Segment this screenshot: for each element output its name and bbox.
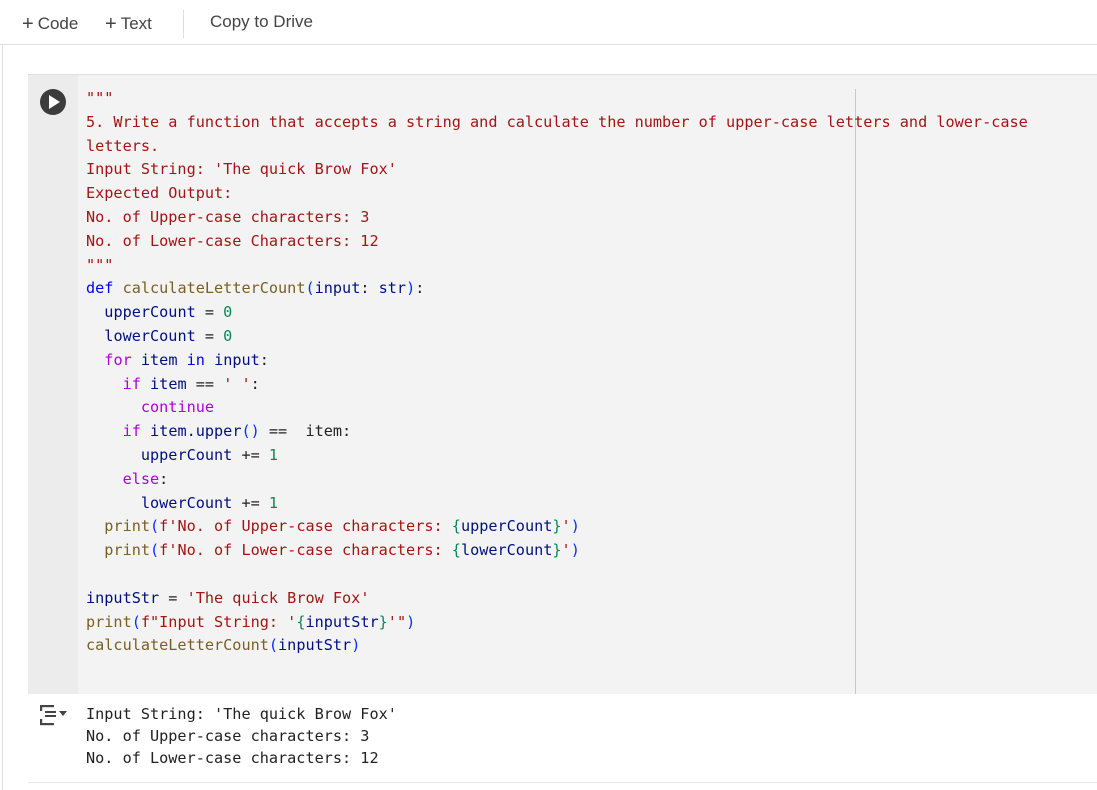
code-token: if — [122, 374, 141, 393]
code-token: calculateLetterCount — [122, 279, 306, 298]
output-text: Input String: 'The quick Brow Fox' No. o… — [86, 703, 397, 769]
docstring-line: letters. — [86, 136, 160, 155]
code-token: upperCount — [460, 517, 553, 536]
code-token: upperCount — [140, 445, 233, 464]
code-token: == — [186, 374, 224, 393]
code-token: = — [195, 326, 224, 345]
docstring-line: Expected Output: — [86, 184, 233, 203]
code-token: inputStr — [86, 588, 160, 607]
code-cell[interactable]: """ 5. Write a function that accepts a s… — [28, 74, 1097, 695]
play-icon — [49, 95, 60, 109]
docstring-line: No. of Upper-case characters: 3 — [86, 207, 370, 226]
run-cell-button[interactable] — [40, 89, 66, 115]
code-token: : — [159, 469, 169, 488]
code-token: 'The quick Brow Fox' — [186, 588, 370, 607]
code-token: print — [104, 541, 151, 560]
code-token: 1 — [268, 493, 279, 512]
code-token: lowerCount — [460, 541, 553, 560]
code-token: : — [250, 374, 260, 393]
code-token: inputStr — [278, 636, 352, 655]
toolbar-divider — [183, 10, 184, 38]
code-token: : — [415, 279, 425, 298]
code-token: f"Input String: ' — [140, 612, 297, 631]
code-token: ( — [131, 612, 141, 631]
output-line: Input String: 'The quick Brow Fox' — [86, 705, 397, 723]
code-token: } — [552, 541, 562, 560]
add-text-button[interactable]: + Text — [105, 12, 152, 35]
code-token: ( — [150, 517, 160, 536]
code-token: def — [86, 279, 114, 298]
code-token: print — [86, 612, 132, 631]
code-token: continue — [140, 398, 215, 417]
code-token: in — [186, 350, 205, 369]
code-token: ' — [561, 517, 571, 536]
code-token: item — [140, 350, 178, 369]
code-token: ( — [268, 636, 279, 655]
code-token: == — [259, 422, 297, 441]
code-token: if — [122, 422, 141, 441]
code-token: ) — [570, 517, 580, 536]
docstring-line: """ — [86, 89, 114, 107]
code-token: { — [451, 541, 461, 560]
code-token: f'No. of Upper-case characters: — [159, 517, 452, 536]
code-token: : — [360, 279, 379, 298]
code-token: 0 — [223, 326, 233, 345]
code-token: 0 — [223, 303, 233, 322]
add-text-label: Text — [120, 14, 152, 33]
code-token: ' — [561, 541, 571, 560]
code-token: calculateLetterCount — [86, 636, 269, 655]
docstring-line: Input String: 'The quick Brow Fox' — [86, 160, 397, 179]
plus-icon: + — [105, 13, 117, 35]
code-token: ) — [351, 636, 361, 655]
code-token: else — [122, 469, 160, 488]
page-border — [2, 0, 3, 790]
plus-icon: + — [22, 13, 34, 35]
code-token: '" — [387, 612, 407, 631]
code-token: input — [314, 279, 361, 298]
cell-gutter — [28, 75, 78, 695]
code-token: item: — [296, 422, 352, 441]
code-token: = — [159, 588, 187, 607]
code-token: item.upper — [150, 422, 242, 441]
code-token: ) — [570, 541, 580, 560]
code-token: : — [259, 350, 269, 369]
code-token: } — [378, 612, 388, 631]
code-editor[interactable]: """ 5. Write a function that accepts a s… — [86, 87, 1028, 658]
docstring-line: """ — [86, 255, 114, 274]
code-token: += — [232, 445, 269, 464]
code-token: lowerCount — [140, 493, 233, 512]
code-token: ' ' — [223, 374, 251, 393]
notebook-toolbar: + Code + Text Copy to Drive — [0, 0, 1097, 45]
docstring-line: No. of Lower-case Characters: 12 — [86, 231, 379, 250]
code-token: upperCount — [104, 303, 196, 322]
code-token: () — [241, 422, 260, 441]
code-token: for — [104, 350, 132, 369]
copy-to-drive-button[interactable]: Copy to Drive — [210, 12, 313, 32]
code-token: += — [232, 493, 269, 512]
docstring-line: 5. Write a function that accepts a strin… — [86, 112, 1028, 131]
code-token: ) — [406, 612, 416, 631]
code-token: { — [451, 517, 461, 536]
code-token: 1 — [268, 445, 279, 464]
add-code-button[interactable]: + Code — [22, 12, 78, 35]
code-token: } — [552, 517, 562, 536]
code-token: item — [150, 374, 187, 393]
code-token: lowerCount — [104, 326, 196, 345]
code-token: inputStr — [305, 612, 379, 631]
code-token: ( — [150, 541, 160, 560]
code-token: = — [195, 303, 224, 322]
code-token: input — [214, 350, 260, 369]
cell-output: Input String: 'The quick Brow Fox' No. o… — [28, 694, 1097, 783]
code-token: ( — [305, 279, 315, 298]
output-line: No. of Upper-case characters: 3 — [86, 727, 370, 745]
add-code-label: Code — [37, 14, 79, 33]
code-token: str — [378, 279, 407, 298]
code-token: f'No. of Lower-case characters: — [159, 541, 452, 560]
output-actions-icon[interactable] — [38, 704, 68, 730]
output-line: No. of Lower-case characters: 12 — [86, 749, 379, 767]
code-token: print — [104, 517, 151, 536]
code-token: ) — [406, 279, 416, 298]
